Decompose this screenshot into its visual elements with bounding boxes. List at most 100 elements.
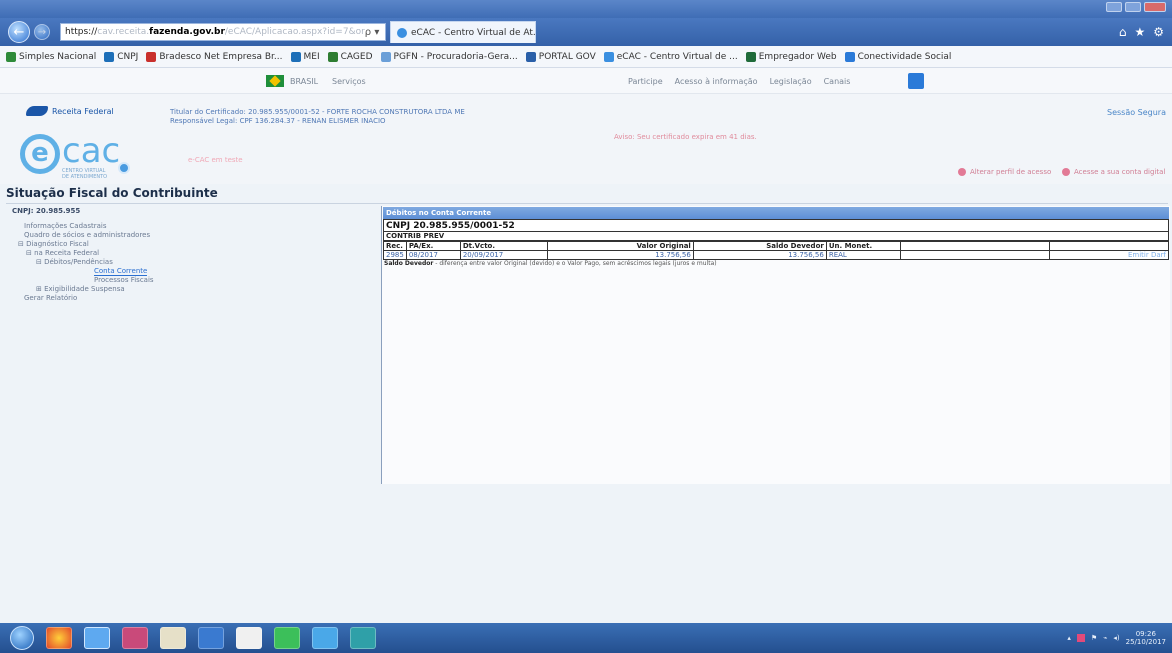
network-app-icon[interactable]: [350, 627, 376, 649]
gov-bar: BRASIL Serviços Participe Acesso à infor…: [0, 68, 1172, 94]
favorite-empregador[interactable]: Empregador Web: [745, 51, 837, 62]
address-controls[interactable]: ρ ▾ 🔒 C: [365, 27, 385, 38]
tray-app-icon[interactable]: [1076, 634, 1085, 642]
favorite-bradesco[interactable]: Bradesco Net Empresa Br...: [146, 51, 283, 62]
tree-cnpj: CNPJ: 20.985.955: [12, 207, 81, 215]
table-header-row: Rec. PA/Ex. Dt.Vcto. Valor Original Sald…: [383, 241, 1170, 251]
col-acao: [1048, 241, 1170, 251]
clock-time: 09:26: [1135, 630, 1156, 638]
favorite-simples[interactable]: Simples Nacional: [6, 51, 96, 62]
network-icon[interactable]: ⌁: [1103, 634, 1107, 642]
conta-digital-button[interactable]: Acesse a sua conta digital: [1062, 168, 1165, 176]
cell-saldo: 13.756,56: [692, 250, 827, 260]
page-title: Situação Fiscal do Contribuinte: [6, 186, 218, 200]
tree-item-diagnostico[interactable]: ⊟ Diagnóstico Fiscal: [18, 240, 89, 248]
sessao-segura-link[interactable]: Sessão Segura: [1107, 108, 1166, 117]
favorites-bar: Simples Nacional CNPJ Bradesco Net Empre…: [0, 46, 1172, 68]
internet-explorer-icon[interactable]: [84, 627, 110, 649]
window-titlebar: [0, 0, 1172, 18]
tray-expand-icon[interactable]: ▴: [1067, 634, 1071, 642]
col-vcto: Dt.Vcto.: [459, 241, 548, 251]
favorite-caged[interactable]: CAGED: [327, 51, 373, 62]
system-tray: ▴ ⚑ ⌁ ◂) 09:26 25/10/2017: [1067, 630, 1166, 646]
close-icon[interactable]: [1144, 2, 1166, 12]
emitir-darf-link[interactable]: Emitir Darf: [1048, 250, 1170, 260]
ecac-logo-text: cac: [62, 131, 121, 171]
cert-responsavel: Responsável Legal: CPF 136.284.37 - RENA…: [170, 117, 386, 125]
clock[interactable]: 09:26 25/10/2017: [1126, 630, 1166, 646]
back-button[interactable]: ←: [8, 21, 30, 43]
cell-rec: 2985: [383, 250, 407, 260]
cell-empty: [899, 250, 1050, 260]
start-button[interactable]: [10, 626, 34, 650]
app-icon[interactable]: [198, 627, 224, 649]
favorite-mei[interactable]: MEI: [290, 51, 320, 62]
flag-icon[interactable]: ⚑: [1091, 634, 1097, 642]
saldo-devedor-note: Saldo Devedor - diferença entre valor Or…: [384, 260, 717, 267]
gov-links: Participe Acesso à informação Legislação…: [628, 77, 850, 86]
favorite-pgfn[interactable]: PGFN - Procuradoria-Gera...: [380, 51, 518, 62]
cert-holder: Titular do Certificado: 20.985.955/0001-…: [170, 108, 465, 116]
certificate-info: Titular do Certificado: 20.985.955/0001-…: [170, 108, 465, 126]
favorite-portal-gov[interactable]: PORTAL GOV: [525, 51, 596, 62]
address-subdomain: cav.receita.: [97, 27, 150, 37]
portal-gov-icon: [525, 51, 536, 62]
mei-icon: [290, 51, 301, 62]
tree-item-conta-corrente[interactable]: Conta Corrente: [94, 267, 148, 276]
col-unid: Un. Monet.: [825, 241, 901, 251]
tree-item-processos[interactable]: Processos Fiscais: [94, 276, 154, 284]
ecac-globe-icon: [118, 162, 130, 174]
tree-item-gerar-relatorio[interactable]: Gerar Relatório: [24, 294, 77, 302]
debitos-header: Débitos no Conta Corrente: [383, 207, 1169, 219]
favorite-conectividade[interactable]: Conectividade Social: [844, 51, 951, 62]
mail-icon[interactable]: [122, 627, 148, 649]
cell-unid: REAL: [825, 250, 901, 260]
tree-item-receita[interactable]: ⊟ na Receita Federal: [26, 249, 99, 257]
document-icon[interactable]: [236, 627, 262, 649]
receita-bird-icon: [26, 106, 48, 116]
ecac-logo-subtitle: CENTRO VIRTUAL DE ATENDIMENTO: [62, 168, 108, 180]
perfil-icon: [958, 168, 966, 176]
tree-item-debitos[interactable]: ⊟ Débitos/Pendências: [36, 258, 113, 266]
browser-tab[interactable]: eCAC - Centro Virtual de At...: [390, 21, 536, 43]
favorite-ecac[interactable]: eCAC - Centro Virtual de ...: [603, 51, 738, 62]
minimize-icon[interactable]: [1106, 2, 1122, 12]
conta-icon: [1062, 168, 1070, 176]
gov-servicos-link[interactable]: Serviços: [332, 77, 366, 86]
accessibility-hand-icon[interactable]: [908, 73, 924, 89]
bradesco-icon: [146, 51, 157, 62]
window-controls: [1106, 2, 1166, 12]
volume-icon[interactable]: ◂): [1113, 634, 1119, 642]
gov-link-participe[interactable]: Participe: [628, 77, 663, 86]
whatsapp-icon[interactable]: [274, 627, 300, 649]
col-saldo: Saldo Devedor: [692, 241, 827, 251]
forward-button[interactable]: →: [34, 24, 50, 40]
home-icon[interactable]: ⌂: [1119, 25, 1127, 39]
tab-title: eCAC - Centro Virtual de At...: [411, 27, 536, 38]
main-panel: Débitos no Conta Corrente CNPJ 20.985.95…: [381, 206, 1170, 484]
gov-link-acesso[interactable]: Acesso à informação: [675, 77, 758, 86]
gov-link-legislacao[interactable]: Legislação: [770, 77, 812, 86]
browser-navbar: ← → https:// cav.receita. fazenda.gov.br…: [0, 18, 1172, 46]
tree-item-informacoes[interactable]: Informações Cadastrais: [24, 222, 106, 230]
address-bar[interactable]: https:// cav.receita. fazenda.gov.br /eC…: [60, 23, 386, 41]
gov-link-canais[interactable]: Canais: [824, 77, 851, 86]
caged-icon: [327, 51, 338, 62]
skype-icon[interactable]: [312, 627, 338, 649]
browser-toolbar-icons: ⌂ ★ ⚙: [1119, 25, 1164, 39]
tree-item-quadro-socios[interactable]: Quadro de sócios e administradores: [24, 231, 150, 239]
favorite-cnpj[interactable]: CNPJ: [104, 51, 138, 62]
gear-icon[interactable]: ⚙: [1153, 25, 1164, 39]
ecac-icon: [603, 51, 614, 62]
favorites-star-icon[interactable]: ★: [1134, 25, 1145, 39]
file-explorer-icon[interactable]: [160, 627, 186, 649]
tree-item-exigibilidade[interactable]: ⊞ Exigibilidade Suspensa: [36, 285, 125, 293]
ecac-logo: e cac CENTRO VIRTUAL DE ATENDIMENTO: [20, 131, 140, 180]
certificate-expiry-notice: Aviso: Seu certificado expira em 41 dias…: [614, 133, 757, 141]
alterar-perfil-button[interactable]: Alterar perfil de acesso: [958, 168, 1051, 176]
ie-icon: [397, 27, 407, 38]
chrome-icon[interactable]: [46, 627, 72, 649]
gov-brasil-link[interactable]: BRASIL: [266, 75, 318, 87]
ecac-header: Receita Federal e cac CENTRO VIRTUAL DE A…: [0, 94, 1172, 184]
maximize-icon[interactable]: [1125, 2, 1141, 12]
